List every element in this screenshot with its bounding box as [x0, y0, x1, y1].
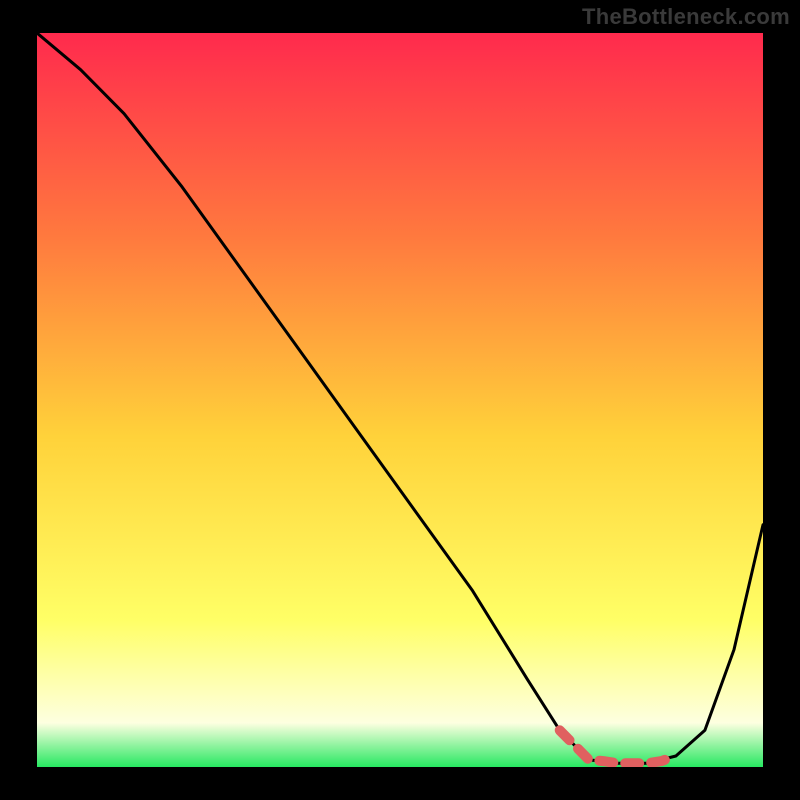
chart-area [37, 33, 763, 767]
watermark-text: TheBottleneck.com [582, 4, 790, 30]
chart-svg [37, 33, 763, 767]
